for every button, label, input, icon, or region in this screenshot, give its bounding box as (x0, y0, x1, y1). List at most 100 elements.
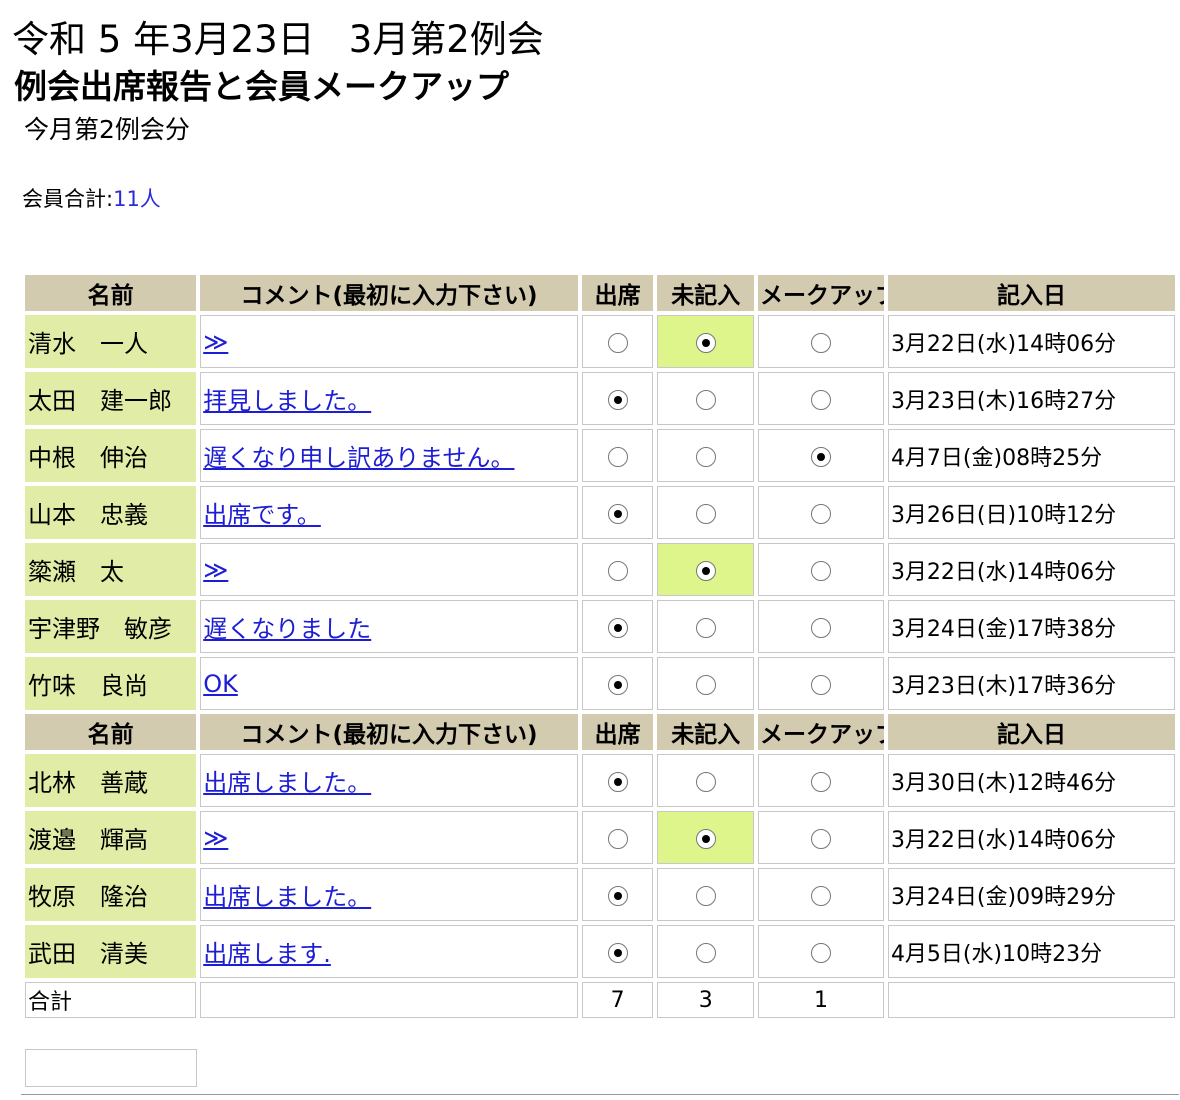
column-header-name: 名前 (25, 275, 197, 311)
member-name: 牧原 隆治 (25, 868, 197, 921)
makeup-radio[interactable] (810, 332, 831, 353)
blank-radio[interactable] (695, 771, 716, 792)
attend-radio[interactable] (607, 674, 628, 695)
page-title: 令和 5 年3月23日 3月第2例会 (12, 16, 544, 64)
entry-date: 3月30日(木)12時46分 (887, 754, 1175, 807)
member-comment-link[interactable]: 出席しました。 (203, 883, 371, 911)
blank-radio[interactable] (695, 942, 716, 963)
attend-radio[interactable] (607, 503, 628, 524)
member-name: 太田 建一郎 (25, 372, 197, 425)
column-header-comment: コメント(最初に入力下さい) (200, 714, 578, 750)
blank-radio[interactable] (695, 503, 716, 524)
page-subtitle: 例会出席報告と会員メークアップ (14, 67, 509, 106)
blank-radio[interactable] (695, 446, 716, 467)
member-name: 武田 清美 (25, 925, 197, 978)
attend-radio-cell (581, 600, 654, 653)
column-header-makeup: メークアップ (758, 275, 884, 311)
totals-makeup: 1 (758, 982, 884, 1018)
footer-divider (21, 1094, 1179, 1095)
attend-radio[interactable] (607, 771, 628, 792)
blank-radio[interactable] (695, 885, 716, 906)
member-comment-link[interactable]: ≫ (203, 556, 228, 584)
member-row: 武田 清美 出席します. 4月5日(水)10時23分 (25, 925, 1175, 978)
member-comment-link[interactable]: ≫ (203, 328, 228, 356)
makeup-radio[interactable] (810, 503, 831, 524)
member-comment-link[interactable]: 出席しました。 (203, 769, 371, 797)
attend-radio-cell (581, 315, 654, 368)
attend-radio[interactable] (607, 942, 628, 963)
makeup-radio[interactable] (810, 389, 831, 410)
attend-radio-cell (581, 754, 654, 807)
member-row: 山本 忠義 出席です。 3月26日(日)10時12分 (25, 486, 1175, 539)
member-name: 宇津野 敏彦 (25, 600, 197, 653)
entry-date: 3月23日(木)16時27分 (887, 372, 1175, 425)
member-name: 渡邉 輝高 (25, 811, 197, 864)
member-row: 北林 善蔵 出席しました。 3月30日(木)12時46分 (25, 754, 1175, 807)
makeup-radio[interactable] (810, 828, 831, 849)
attend-radio[interactable] (607, 828, 628, 849)
blank-radio[interactable] (695, 560, 716, 581)
makeup-radio[interactable] (810, 560, 831, 581)
member-comment-link[interactable]: ≫ (203, 824, 228, 852)
totals-comment-cell (200, 982, 578, 1018)
member-comment-link[interactable]: 出席です。 (203, 501, 321, 529)
blank-radio[interactable] (695, 674, 716, 695)
member-comment-link[interactable]: OK (203, 670, 238, 698)
attend-radio[interactable] (607, 332, 628, 353)
attend-radio[interactable] (607, 446, 628, 467)
blank-radio[interactable] (695, 828, 716, 849)
member-comment-link[interactable]: 拝見しました。 (203, 387, 371, 415)
blank-radio-cell (657, 372, 755, 425)
member-row: 渡邉 輝高 ≫ 3月22日(水)14時06分 (25, 811, 1175, 864)
makeup-radio[interactable] (810, 942, 831, 963)
attend-radio[interactable] (607, 560, 628, 581)
member-name: 北林 善蔵 (25, 754, 197, 807)
member-comment-cell: 遅くなりました (200, 600, 578, 653)
member-name: 山本 忠義 (25, 486, 197, 539)
member-row: 宇津野 敏彦 遅くなりました 3月24日(金)17時38分 (25, 600, 1175, 653)
makeup-radio[interactable] (810, 446, 831, 467)
member-name: 中根 伸治 (25, 429, 197, 482)
makeup-radio[interactable] (810, 617, 831, 638)
member-row: 中根 伸治 遅くなり申し訳ありません。 4月7日(金)08時25分 (25, 429, 1175, 482)
makeup-radio-cell (758, 925, 884, 978)
column-header-date: 記入日 (887, 275, 1175, 311)
member-row: 簗瀬 太 ≫ 3月22日(水)14時06分 (25, 543, 1175, 596)
attend-radio-cell (581, 372, 654, 425)
member-name: 竹味 良尚 (25, 657, 197, 710)
blank-radio[interactable] (695, 332, 716, 353)
member-comment-cell: ≫ (200, 811, 578, 864)
makeup-radio-cell (758, 754, 884, 807)
table-header-row: 名前コメント(最初に入力下さい)出席未記入メークアップ記入日 (25, 275, 1175, 311)
member-comment-cell: 出席しました。 (200, 868, 578, 921)
blank-radio-cell (657, 925, 755, 978)
entry-date: 4月7日(金)08時25分 (887, 429, 1175, 482)
member-name: 簗瀬 太 (25, 543, 197, 596)
attend-radio-cell (581, 486, 654, 539)
entry-date: 3月26日(日)10時12分 (887, 486, 1175, 539)
blank-radio-cell (657, 754, 755, 807)
column-header-name: 名前 (25, 714, 197, 750)
attendance-table: 名前コメント(最初に入力下さい)出席未記入メークアップ記入日清水 一人≫3月22… (21, 271, 1179, 1022)
makeup-radio[interactable] (810, 771, 831, 792)
blank-radio-cell (657, 315, 755, 368)
attend-radio-cell (581, 868, 654, 921)
attend-radio[interactable] (607, 389, 628, 410)
makeup-radio[interactable] (810, 885, 831, 906)
makeup-radio-cell (758, 486, 884, 539)
member-comment-link[interactable]: 出席します. (203, 940, 331, 968)
blank-radio[interactable] (695, 389, 716, 410)
makeup-radio[interactable] (810, 674, 831, 695)
attend-radio[interactable] (607, 885, 628, 906)
meeting-date: 令和 5 年3月23日 (12, 18, 315, 61)
attend-radio-cell (581, 657, 654, 710)
attend-radio-cell (581, 543, 654, 596)
member-comment-link[interactable]: 遅くなりました (203, 615, 371, 643)
column-header-attend: 出席 (581, 714, 654, 750)
makeup-radio-cell (758, 868, 884, 921)
blank-radio-cell (657, 429, 755, 482)
member-comment-link[interactable]: 遅くなり申し訳ありません。 (203, 444, 514, 472)
attend-radio[interactable] (607, 617, 628, 638)
blank-radio[interactable] (695, 617, 716, 638)
entry-date: 3月24日(金)09時29分 (887, 868, 1175, 921)
